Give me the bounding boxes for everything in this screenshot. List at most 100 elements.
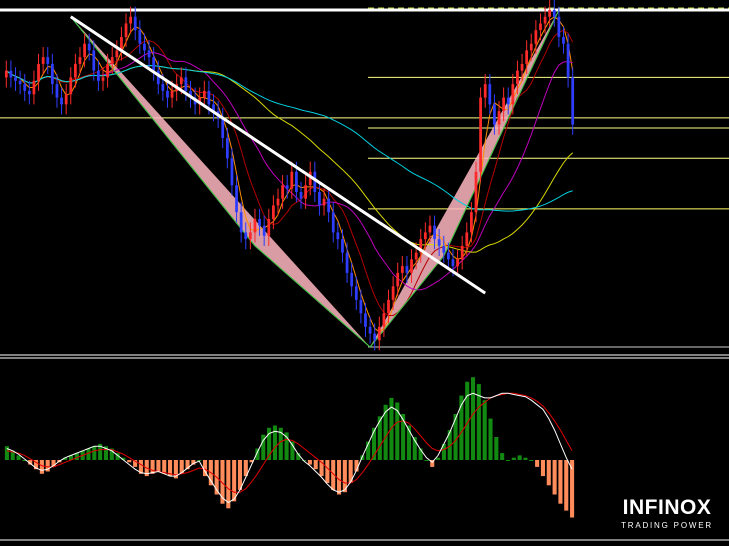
macd-histogram-bar: [494, 437, 499, 460]
candle-body: [235, 185, 238, 213]
candle-body: [516, 70, 519, 85]
candle-body: [437, 239, 441, 246]
candle-body: [244, 232, 248, 240]
candle-body: [166, 90, 169, 98]
macd-histogram-bar: [16, 455, 21, 460]
candle-body: [479, 97, 482, 172]
candle-body: [9, 70, 13, 78]
candle-body: [184, 77, 188, 91]
candle-body: [493, 104, 496, 125]
candle-body: [138, 30, 142, 44]
candle-body: [446, 252, 450, 260]
candle-body: [152, 57, 156, 71]
price-panel: [0, 0, 729, 351]
candle-body: [4, 70, 8, 78]
macd-histogram-bar: [39, 460, 44, 474]
candle-body: [290, 171, 294, 189]
brand-logo: INFINOX TRADING POWER: [608, 496, 726, 530]
moving-average-fast: [6, 16, 574, 333]
candle-body: [350, 272, 354, 287]
candle-body: [460, 245, 464, 260]
candle-body: [529, 43, 533, 51]
brand-tagline: TRADING POWER: [621, 521, 713, 530]
candle-body: [465, 232, 469, 246]
candle-body: [110, 57, 114, 64]
candle-body: [179, 77, 183, 85]
candle-body: [331, 212, 335, 233]
macd-histogram-bar: [482, 400, 487, 460]
candle-body: [562, 36, 565, 44]
candle-body: [299, 191, 303, 199]
candle-body: [41, 57, 45, 64]
candle-body: [87, 43, 91, 51]
candle-body: [248, 232, 252, 240]
candle-body: [258, 218, 261, 226]
macd-histogram-bar: [546, 460, 551, 486]
candle-body: [423, 232, 427, 240]
candle-body: [488, 84, 492, 105]
candle-body: [18, 80, 22, 85]
candle-body: [295, 171, 298, 192]
macd-histogram-bar: [517, 455, 522, 460]
candle-body: [115, 50, 119, 58]
candle-body: [336, 232, 340, 240]
chart-stage: INFINOX TRADING POWER: [0, 0, 729, 546]
macd-histogram-bar: [325, 460, 330, 483]
moving-average-slow: [6, 51, 573, 291]
candle-body: [129, 16, 133, 24]
candle-body: [272, 205, 275, 219]
macd-histogram-bar: [511, 457, 516, 460]
macd-histogram-bar: [529, 460, 534, 461]
candle-body: [557, 16, 561, 37]
candle-body: [318, 191, 321, 206]
macd-histogram-bar: [535, 460, 540, 467]
trading-chart: [0, 0, 729, 541]
macd-histogram-bar: [564, 460, 569, 511]
candle-body: [539, 23, 542, 31]
macd-histogram-bar: [232, 460, 237, 502]
candle-body: [304, 185, 307, 199]
harmonic-pattern-fill: [370, 10, 559, 347]
candle-body: [202, 90, 206, 98]
candle-body: [101, 77, 105, 81]
macd-histogram-bar: [92, 446, 97, 460]
macd-histogram-bar: [150, 460, 155, 474]
candle-body: [382, 313, 386, 327]
candle-body: [60, 97, 63, 105]
macd-histogram-bar: [307, 460, 312, 465]
candle-body: [525, 50, 529, 64]
candle-body: [27, 90, 31, 95]
candle-body: [391, 286, 395, 300]
candle-body: [253, 218, 257, 233]
macd-histogram-bar: [156, 460, 161, 472]
macd-histogram-bar: [237, 460, 243, 490]
candle-body: [239, 212, 243, 233]
macd-histogram-bar: [540, 460, 545, 477]
candle-body: [37, 63, 40, 81]
macd-histogram-bar: [127, 460, 132, 463]
macd-histogram-bar: [4, 446, 9, 460]
candle-body: [207, 90, 211, 105]
candle-body: [502, 97, 506, 112]
candle-body: [354, 286, 358, 300]
candle-body: [506, 97, 510, 105]
candle-body: [170, 90, 174, 98]
candle-body: [345, 252, 349, 273]
candle-body: [23, 84, 27, 91]
candle-body: [327, 198, 331, 213]
candle-body: [92, 50, 96, 71]
candle-body: [456, 259, 459, 267]
candle-body: [230, 158, 234, 186]
candle-body: [483, 84, 487, 98]
candle-body: [364, 313, 367, 327]
candle-body: [161, 84, 165, 91]
candle-body: [55, 84, 59, 98]
candle-body: [322, 198, 326, 206]
macd-histogram-bar: [500, 453, 505, 460]
macd-histogram-bar: [86, 448, 91, 460]
candle-body: [276, 198, 280, 206]
candle-body: [73, 63, 77, 78]
candle-body: [543, 16, 547, 24]
macd-histogram-bar: [336, 460, 342, 495]
candle-body: [511, 84, 515, 105]
